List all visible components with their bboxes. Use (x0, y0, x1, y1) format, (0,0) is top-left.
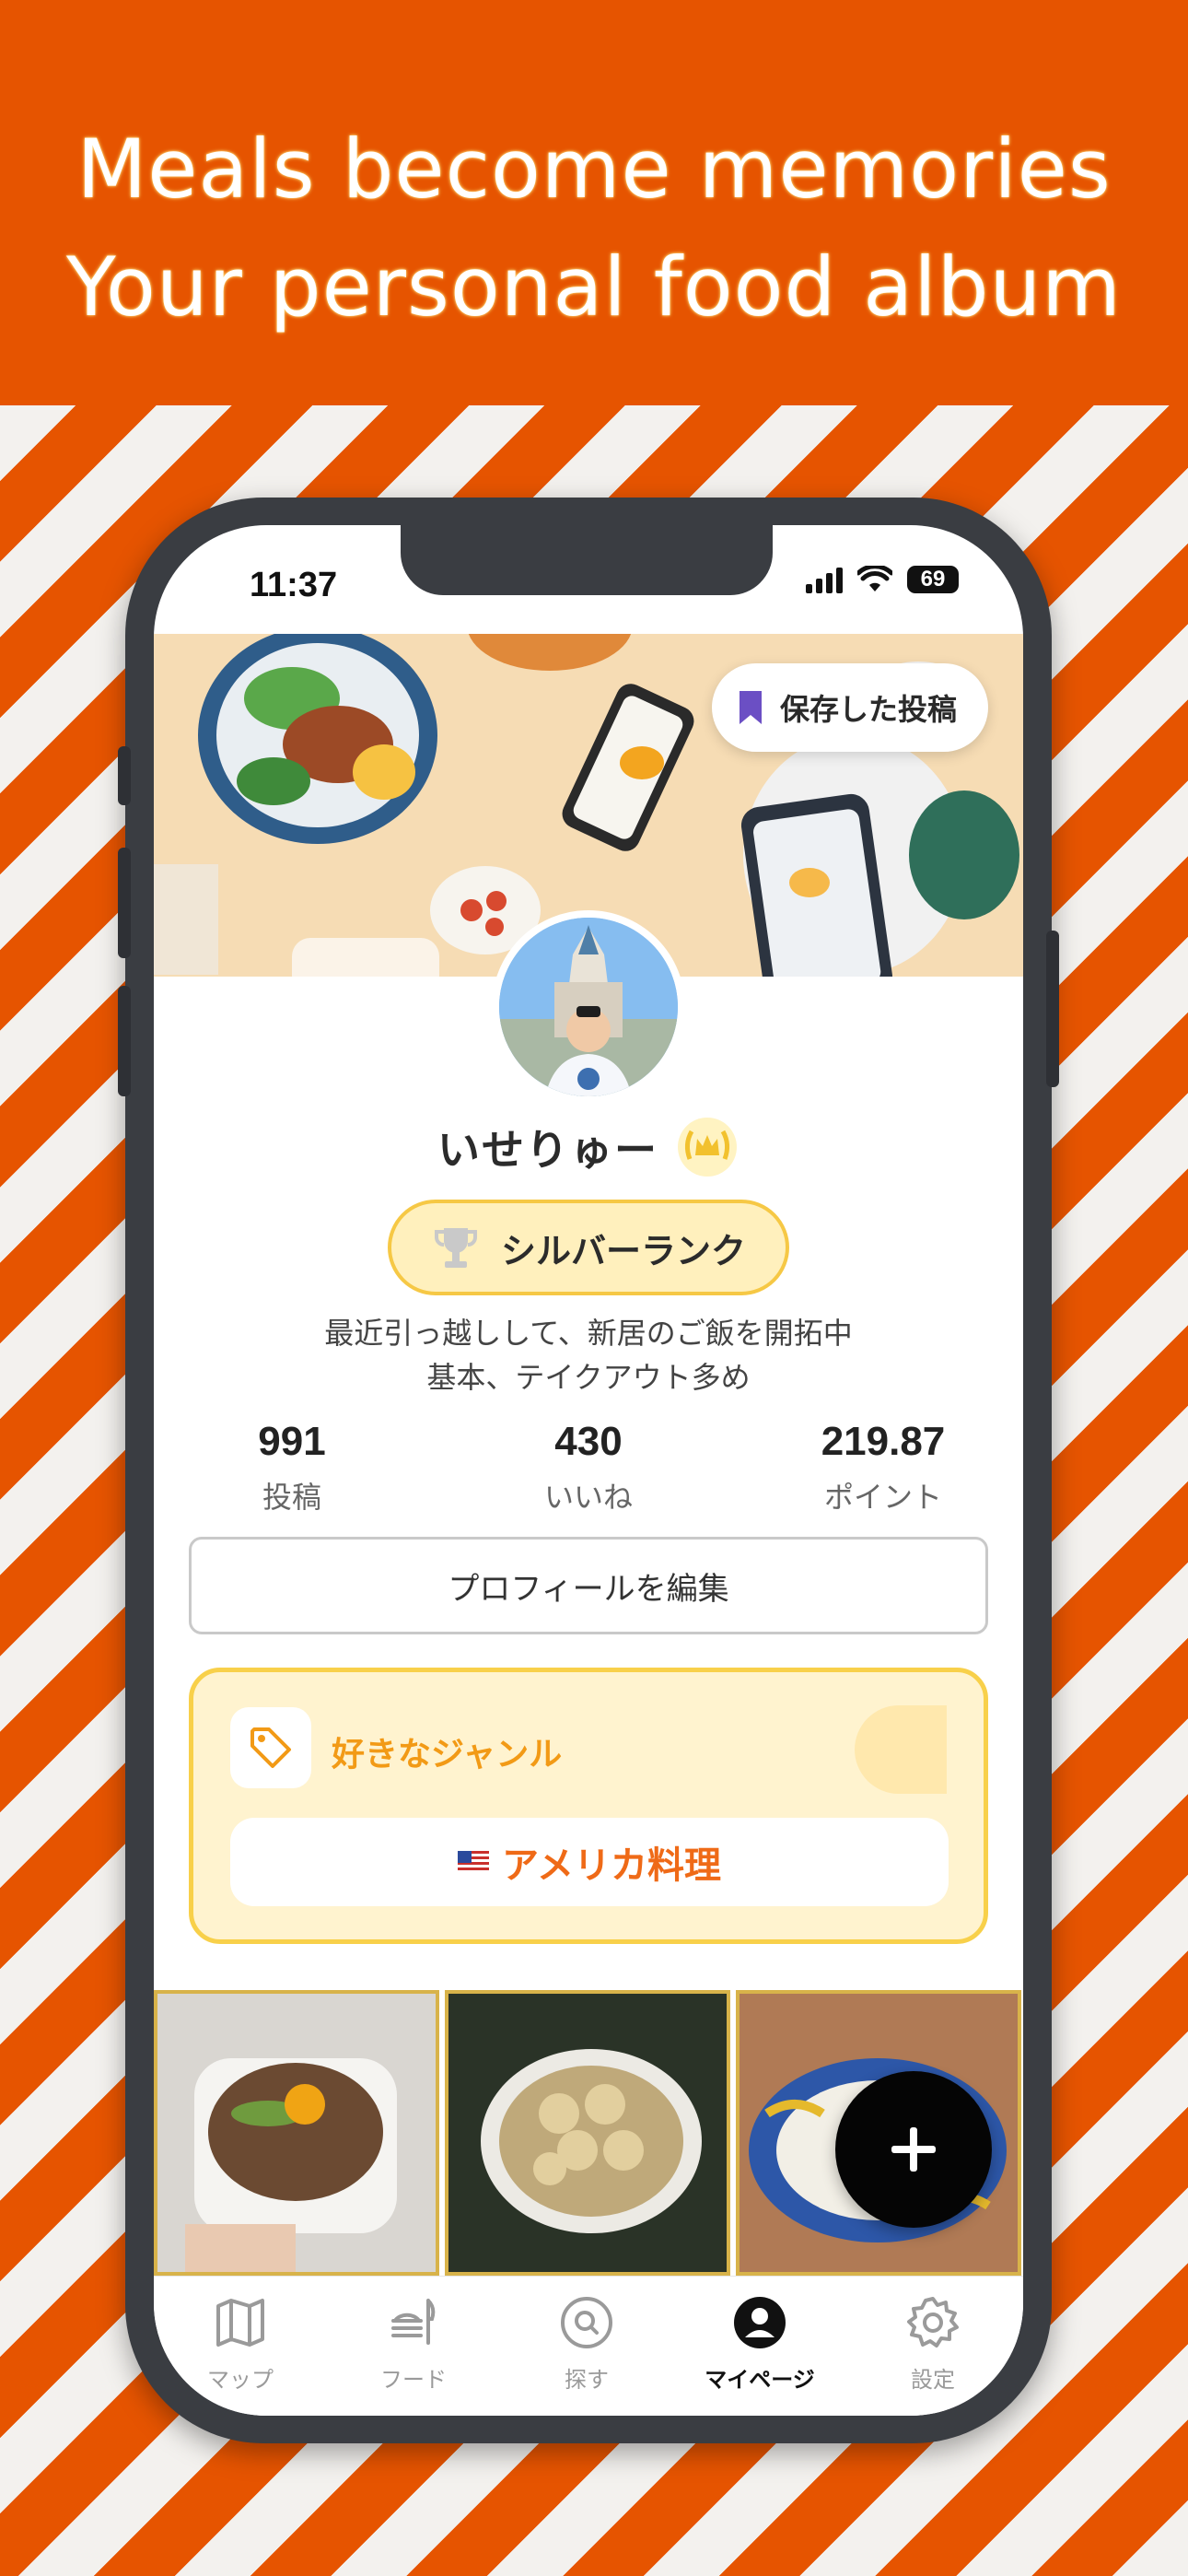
bio-line-1: 最近引っ越しして、新居のご飯を開拓中 (324, 1316, 853, 1351)
stat-points[interactable]: 219.87 ポイント (763, 1419, 1003, 1516)
username: いせりゅー (437, 1125, 658, 1175)
stat-likes-value: 430 (554, 1419, 623, 1464)
tab-map[interactable]: マップ (154, 2293, 327, 2394)
favorite-genre-title: 好きなジャンル (332, 1736, 563, 1774)
stat-likes-label: いいね (543, 1480, 633, 1515)
genre-chip[interactable]: アメリカ料理 (230, 1818, 949, 1906)
edit-profile-button[interactable]: プロフィールを編集 (189, 1537, 988, 1634)
laurel-crown-icon (678, 1118, 737, 1177)
stat-posts[interactable]: 991 投稿 (172, 1419, 412, 1516)
headline-line-1: Meals become memories (76, 122, 1112, 217)
photo-tile-dumpling-soup[interactable] (445, 1990, 730, 2276)
stat-likes[interactable]: 430 いいね (469, 1419, 708, 1516)
notch (401, 525, 773, 595)
plus-icon (891, 2127, 936, 2172)
username-row: いせりゅー (154, 1115, 1023, 1179)
stat-points-value: 219.87 (821, 1419, 946, 1464)
headline-line-2: Your personal food album (65, 240, 1123, 334)
stat-points-label: ポイント (823, 1480, 942, 1515)
wifi-icon (857, 566, 892, 591)
tab-map-label: マップ (207, 2367, 274, 2393)
photo-tile-beef-bowl[interactable] (154, 1990, 439, 2276)
avatar-photo (499, 918, 678, 1096)
volume-up-button (118, 848, 131, 958)
app-screen: 11:37 69 保存した投稿 いせりゅー シルバーランク 最近引っ越しして、新… (154, 525, 1023, 2416)
genre-card-decoration (855, 1705, 947, 1794)
volume-down-button (118, 986, 131, 1096)
bookmark-icon (739, 691, 762, 724)
dumpling-soup-photo (448, 1994, 727, 2272)
food-icon (391, 2299, 436, 2345)
battery-icon: 69 (907, 566, 959, 593)
bio-line-2: 基本、テイクアウト多め (426, 1360, 751, 1395)
tab-settings-label: 設定 (911, 2367, 955, 2393)
avatar[interactable] (492, 910, 685, 1104)
side-button (118, 746, 131, 805)
new-post-button[interactable] (835, 2071, 992, 2228)
status-icons: 69 (806, 566, 959, 593)
rank-label: シルバーランク (500, 1230, 746, 1271)
tab-settings[interactable]: 設定 (846, 2293, 1019, 2394)
phone-frame: 11:37 69 保存した投稿 いせりゅー シルバーランク 最近引っ越しして、新… (118, 498, 1059, 2443)
beef-bowl-photo (157, 1994, 436, 2272)
power-button (1046, 931, 1059, 1087)
cellular-signal-icon (806, 566, 843, 593)
tab-food[interactable]: フード (327, 2293, 500, 2394)
gear-icon (907, 2297, 959, 2348)
tab-mypage[interactable]: マイページ (673, 2293, 846, 2394)
favorite-genre-card: 好きなジャンル アメリカ料理 (189, 1668, 988, 1944)
tab-search-label: 探す (565, 2367, 609, 2393)
tab-bar: マップ フード 探す マイページ 設定 (154, 2276, 1023, 2416)
tag-icon-wrap (230, 1707, 311, 1788)
tab-search[interactable]: 探す (500, 2293, 673, 2394)
tab-food-label: フード (380, 2367, 447, 2393)
tab-mypage-label: マイページ (705, 2367, 815, 2393)
stat-posts-label: 投稿 (262, 1480, 321, 1515)
search-icon (561, 2297, 612, 2348)
trophy-icon (434, 1228, 477, 1268)
saved-posts-label: 保存した投稿 (779, 692, 957, 727)
us-flag-icon (458, 1851, 489, 1873)
saved-posts-button[interactable]: 保存した投稿 (711, 663, 988, 752)
profile-icon (734, 2297, 786, 2348)
genre-name: アメリカ料理 (502, 1844, 721, 1887)
tag-icon (250, 1727, 291, 1768)
map-icon (216, 2299, 264, 2347)
stats-row: 991 投稿 430 いいね 219.87 ポイント (154, 1419, 1023, 1520)
status-time: 11:37 (250, 566, 338, 604)
rank-badge[interactable]: シルバーランク (388, 1200, 789, 1295)
stat-posts-value: 991 (258, 1419, 326, 1464)
